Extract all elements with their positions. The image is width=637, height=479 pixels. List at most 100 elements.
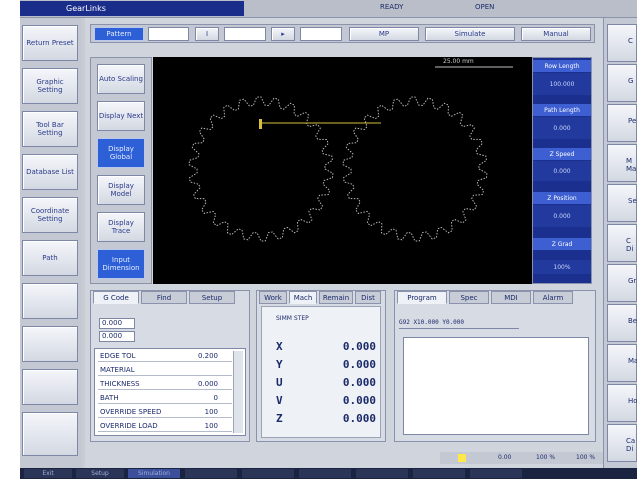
menu-database-list[interactable]: Database List: [22, 154, 78, 190]
gcode-panel: G Code Find Setup 0.000 0.000 EDGE TOL 0.…: [90, 290, 250, 442]
tab-alarm[interactable]: Alarm: [533, 291, 573, 304]
program-code-line[interactable]: G92 X10.000 Y0.000: [399, 319, 519, 329]
simulate-button[interactable]: Simulate: [425, 27, 515, 41]
pattern-input[interactable]: [148, 27, 189, 41]
menu-button-9[interactable]: [22, 369, 78, 405]
axis-value: 0.000: [342, 393, 376, 407]
z-position-value: 0.000: [533, 205, 591, 227]
list-item[interactable]: EDGE TOL 0.200: [98, 351, 232, 362]
menu-label: Path: [42, 254, 58, 262]
value-input-2[interactable]: [300, 27, 342, 41]
right-menu-button[interactable]: M Ma: [607, 144, 637, 182]
axis-label: U: [276, 375, 283, 389]
bottom-f7-button[interactable]: [356, 469, 408, 478]
right-menu-button[interactable]: Ho: [607, 384, 637, 422]
axis-row-z: Z 0.000: [276, 411, 376, 425]
axis-row-v: V 0.000: [276, 393, 376, 407]
auto-scaling-button[interactable]: Auto Scaling: [97, 64, 145, 94]
tab-work[interactable]: Work: [259, 291, 287, 304]
tab-spec[interactable]: Spec: [449, 291, 489, 304]
row-label: OVERRIDE LOAD: [100, 422, 158, 430]
status-value-2: 100 %: [536, 454, 556, 461]
coordinate-tabs: Work Mach Remain Dist: [257, 291, 385, 305]
input-dimension-button[interactable]: Input Dimension: [97, 249, 145, 279]
tab-find[interactable]: Find: [141, 291, 187, 304]
right-menu-button[interactable]: Ma: [607, 344, 637, 382]
play-button[interactable]: ▸: [271, 27, 295, 41]
right-menu-button[interactable]: C: [607, 24, 637, 62]
param-input-2[interactable]: 0.000: [99, 331, 135, 342]
right-menu-button[interactable]: Ca Di: [607, 424, 637, 462]
z-grad-label: Z Grad: [533, 238, 591, 250]
row-value: 0: [213, 394, 218, 402]
bottom-f9-button[interactable]: [470, 469, 522, 478]
tab-dist[interactable]: Dist: [355, 291, 381, 304]
tab-gcode[interactable]: G Code: [93, 291, 139, 304]
list-item[interactable]: MATERIAL: [98, 365, 232, 376]
list-scrollbar[interactable]: [233, 351, 243, 433]
list-item[interactable]: THICKNESS 0.000: [98, 379, 232, 390]
menu-label: Graphic Setting: [36, 78, 64, 94]
right-menu-button[interactable]: Be: [607, 304, 637, 342]
axis-row-u: U 0.000: [276, 375, 376, 389]
menu-button-10[interactable]: [22, 412, 78, 456]
manual-button[interactable]: Manual: [521, 27, 591, 41]
menu-return-preset[interactable]: Return Preset: [22, 25, 78, 61]
status-indicator: [458, 454, 466, 462]
coordinate-header: SIMM STEP: [276, 315, 309, 322]
menu-label: Coordinate Setting: [30, 207, 70, 223]
bottom-f4-button[interactable]: [185, 469, 237, 478]
list-item[interactable]: BATH 0: [98, 393, 232, 404]
right-menu-button[interactable]: Pe: [607, 104, 637, 142]
menu-button-7[interactable]: [22, 283, 78, 319]
tab-remain[interactable]: Remain: [319, 291, 353, 304]
display-global-button[interactable]: Display Global: [97, 138, 145, 168]
display-trace-button[interactable]: Display Trace: [97, 212, 145, 242]
right-menu-button[interactable]: Se: [607, 184, 637, 222]
right-menu-button[interactable]: G: [607, 64, 637, 102]
program-text-area[interactable]: [403, 337, 589, 435]
tab-mach[interactable]: Mach: [289, 291, 317, 304]
toolbar: Pattern I ▸ MP Simulate Manual: [90, 24, 595, 43]
right-menu-label: Se: [628, 197, 637, 205]
tab-mdi[interactable]: MDI: [491, 291, 531, 304]
menu-graphic-setting[interactable]: Graphic Setting: [22, 68, 78, 104]
tab-setup[interactable]: Setup: [189, 291, 235, 304]
row-value: 100: [204, 422, 218, 430]
menu-label: Database List: [26, 168, 74, 176]
menu-path[interactable]: Path: [22, 240, 78, 276]
tab-program[interactable]: Program: [397, 291, 447, 304]
mp-button[interactable]: MP: [349, 27, 419, 41]
list-item[interactable]: OVERRIDE LOAD 100: [98, 421, 232, 432]
right-menu-label: Pe: [628, 117, 637, 125]
z-speed-label: Z Speed: [533, 148, 591, 160]
menu-tool-bar-setting[interactable]: Tool Bar Setting: [22, 111, 78, 147]
menu-coordinate-setting[interactable]: Coordinate Setting: [22, 197, 78, 233]
bottom-setup-button[interactable]: Setup: [76, 469, 124, 478]
axis-label: Y: [276, 357, 283, 371]
display-model-button[interactable]: Display Model: [97, 175, 145, 205]
bottom-f6-button[interactable]: [299, 469, 351, 478]
list-item[interactable]: OVERRIDE SPEED 100: [98, 407, 232, 418]
menu-button-8[interactable]: [22, 326, 78, 362]
menu-label: Tool Bar Setting: [36, 121, 64, 137]
z-speed-value: 0.000: [533, 161, 591, 181]
play-icon: ▸: [281, 30, 285, 38]
step-back-button[interactable]: I: [195, 27, 219, 41]
value-input-1[interactable]: [224, 27, 266, 41]
bottom-f8-button[interactable]: [413, 469, 465, 478]
axis-label: X: [276, 339, 283, 353]
row-label: THICKNESS: [100, 380, 140, 388]
bottom-f5-button[interactable]: [242, 469, 294, 478]
right-menu-button[interactable]: C Di: [607, 224, 637, 262]
param-list: EDGE TOL 0.200 MATERIAL THICKNESS 0.000 BA…: [94, 348, 246, 436]
step-icon: I: [205, 30, 209, 38]
right-menu-button[interactable]: Gr: [607, 264, 637, 302]
graphics-canvas[interactable]: 25.00 mm: [153, 57, 532, 284]
bottom-simulation-button[interactable]: Simulation: [128, 469, 180, 478]
param-input-1[interactable]: 0.000: [99, 318, 135, 329]
right-menu-label: Gr: [628, 277, 637, 285]
display-next-button[interactable]: Display Next: [97, 101, 145, 131]
bottom-exit-button[interactable]: Exit: [24, 469, 72, 478]
pattern-button[interactable]: Pattern: [94, 27, 144, 41]
